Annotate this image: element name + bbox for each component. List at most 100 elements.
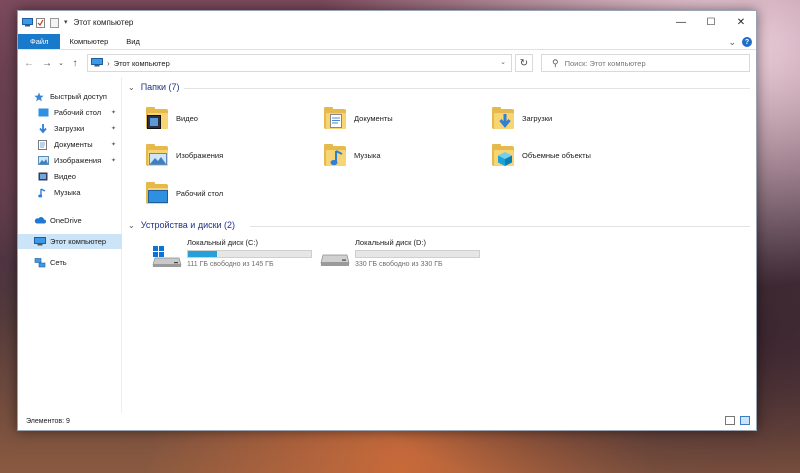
address-dropdown-icon[interactable]: ⌄ [500, 58, 506, 66]
chevron-down-icon[interactable]: ⌄ [128, 83, 135, 92]
drive-usage-bar [187, 250, 312, 258]
pin-icon[interactable]: ✦ [111, 141, 116, 148]
desktop-icon [38, 108, 49, 117]
folder-label: Музыка [354, 150, 381, 160]
chevron-down-icon[interactable]: ⌄ [128, 221, 135, 230]
properties-icon[interactable] [36, 17, 46, 28]
folder-video[interactable]: Видео [144, 105, 198, 131]
sidebar-item-onedrive[interactable]: OneDrive [18, 213, 122, 228]
sidebar-item-this-pc[interactable]: Этот компьютер [18, 234, 122, 249]
devices-group-header[interactable]: ⌄ Устройства и диски (2) [128, 220, 756, 230]
sidebar-item-pictures[interactable]: Изображения ✦ [18, 153, 122, 168]
drive-free-space: 111 ГБ свободно из 145 ГБ [187, 261, 274, 268]
item-count: Элементов: 9 [26, 417, 70, 425]
folder-3d-objects[interactable]: Объемные объекты [490, 142, 591, 168]
video-icon [38, 172, 49, 181]
address-bar[interactable]: › Этот компьютер ⌄ [87, 54, 512, 72]
group-title: Устройства и диски (2) [140, 220, 236, 230]
drive-c[interactable]: Локальный диск (C:) 111 ГБ свободно из 1… [152, 238, 322, 272]
music-folder-icon [322, 142, 348, 168]
folder-label: Документы [354, 113, 393, 123]
sidebar-item-label: Быстрый доступ [50, 92, 107, 101]
window-title: Этот компьютер [73, 17, 134, 27]
refresh-button[interactable]: ↻ [515, 54, 533, 72]
drive-icon [320, 246, 350, 268]
minimize-button[interactable]: — [666, 11, 696, 33]
sidebar-item-music[interactable]: Музыка [18, 185, 122, 200]
navigation-pane: Быстрый доступ Рабочий стол ✦ Загрузки ✦… [18, 77, 122, 413]
title-bar: ▾ Этот компьютер — ☐ ✕ [18, 11, 756, 33]
documents-folder-icon [322, 105, 348, 131]
help-icon[interactable]: ? [742, 37, 752, 47]
computer-icon [34, 237, 46, 246]
network-icon [34, 258, 46, 268]
pin-icon[interactable]: ✦ [111, 109, 116, 116]
video-folder-icon [144, 105, 170, 131]
back-button[interactable]: ← [22, 58, 36, 69]
tab-file[interactable]: Файл [18, 34, 61, 49]
folder-documents[interactable]: Документы [322, 105, 393, 131]
recent-locations-button[interactable]: ⌄ [54, 59, 68, 67]
sidebar-item-desktop[interactable]: Рабочий стол ✦ [18, 105, 122, 120]
large-icons-view-icon[interactable] [740, 416, 750, 425]
sidebar-item-downloads[interactable]: Загрузки ✦ [18, 121, 122, 136]
tab-computer[interactable]: Компьютер [60, 34, 117, 49]
folder-music[interactable]: Музыка [322, 142, 381, 168]
sidebar-item-quick-access[interactable]: Быстрый доступ [18, 89, 122, 104]
folder-desktop[interactable]: Рабочий стол [144, 180, 223, 206]
search-input[interactable]: Поиск: Этот компьютер [565, 59, 646, 68]
sidebar-item-label: Сеть [50, 258, 67, 267]
customize-toolbar-icon[interactable]: ▾ [64, 18, 68, 26]
music-icon [38, 188, 49, 198]
up-button[interactable]: ↑ [68, 58, 82, 69]
sidebar-item-label: Загрузки [54, 124, 85, 133]
sidebar-item-video[interactable]: Видео [18, 169, 122, 184]
status-bar: Элементов: 9 [18, 412, 756, 430]
folder-label: Видео [176, 113, 198, 123]
folder-label: Изображения [176, 150, 224, 160]
drive-label: Локальный диск (C:) [187, 238, 258, 247]
drive-usage-bar [355, 250, 480, 258]
star-icon [34, 92, 45, 102]
tab-view[interactable]: Вид [117, 34, 149, 49]
drive-d[interactable]: Локальный диск (D:) 330 ГБ свободно из 3… [320, 238, 490, 272]
folder-downloads[interactable]: Загрузки [490, 105, 552, 131]
folder-label: Загрузки [522, 113, 553, 123]
sidebar-item-network[interactable]: Сеть [18, 255, 122, 270]
search-icon: ⚲ [552, 57, 559, 68]
folders-group-header[interactable]: ⌄ Папки (7) [128, 82, 756, 92]
close-button[interactable]: ✕ [726, 11, 756, 33]
view-switcher [725, 416, 750, 425]
drive-usage-fill [188, 251, 217, 257]
drive-label: Локальный диск (D:) [355, 238, 426, 247]
sidebar-item-label: Музыка [54, 188, 81, 197]
details-view-icon[interactable] [725, 416, 735, 425]
group-divider [250, 226, 750, 227]
folder-pictures[interactable]: Изображения [144, 142, 223, 168]
maximize-button[interactable]: ☐ [696, 11, 726, 33]
desktop-folder-icon [144, 180, 170, 206]
sidebar-item-label: Рабочий стол [54, 108, 102, 117]
downloads-folder-icon [490, 105, 516, 131]
explorer-window: ▾ Этот компьютер — ☐ ✕ Файл Компьютер Ви… [17, 10, 757, 431]
expand-ribbon-icon[interactable]: ⌄ [728, 37, 736, 48]
documents-icon [38, 140, 49, 150]
system-drive-icon [152, 246, 182, 268]
computer-icon [91, 57, 103, 69]
forward-button[interactable]: → [40, 58, 54, 69]
search-box[interactable]: ⚲ Поиск: Этот компьютер [541, 54, 750, 72]
pictures-icon [38, 156, 49, 165]
path-separator[interactable]: › [107, 59, 110, 68]
sidebar-item-label: OneDrive [50, 216, 82, 225]
new-folder-icon[interactable] [50, 17, 60, 28]
sidebar-item-label: Изображения [54, 156, 102, 165]
onedrive-icon [34, 216, 46, 225]
folder-label: Объемные объекты [522, 150, 591, 160]
sidebar-item-documents[interactable]: Документы ✦ [18, 137, 122, 152]
pictures-folder-icon [144, 142, 170, 168]
ribbon-tabs: Файл Компьютер Вид ⌄ ? [18, 34, 756, 50]
pin-icon[interactable]: ✦ [111, 157, 116, 164]
pin-icon[interactable]: ✦ [111, 125, 116, 132]
address-path[interactable]: Этот компьютер [114, 59, 170, 68]
sidebar-item-label: Видео [54, 172, 76, 181]
